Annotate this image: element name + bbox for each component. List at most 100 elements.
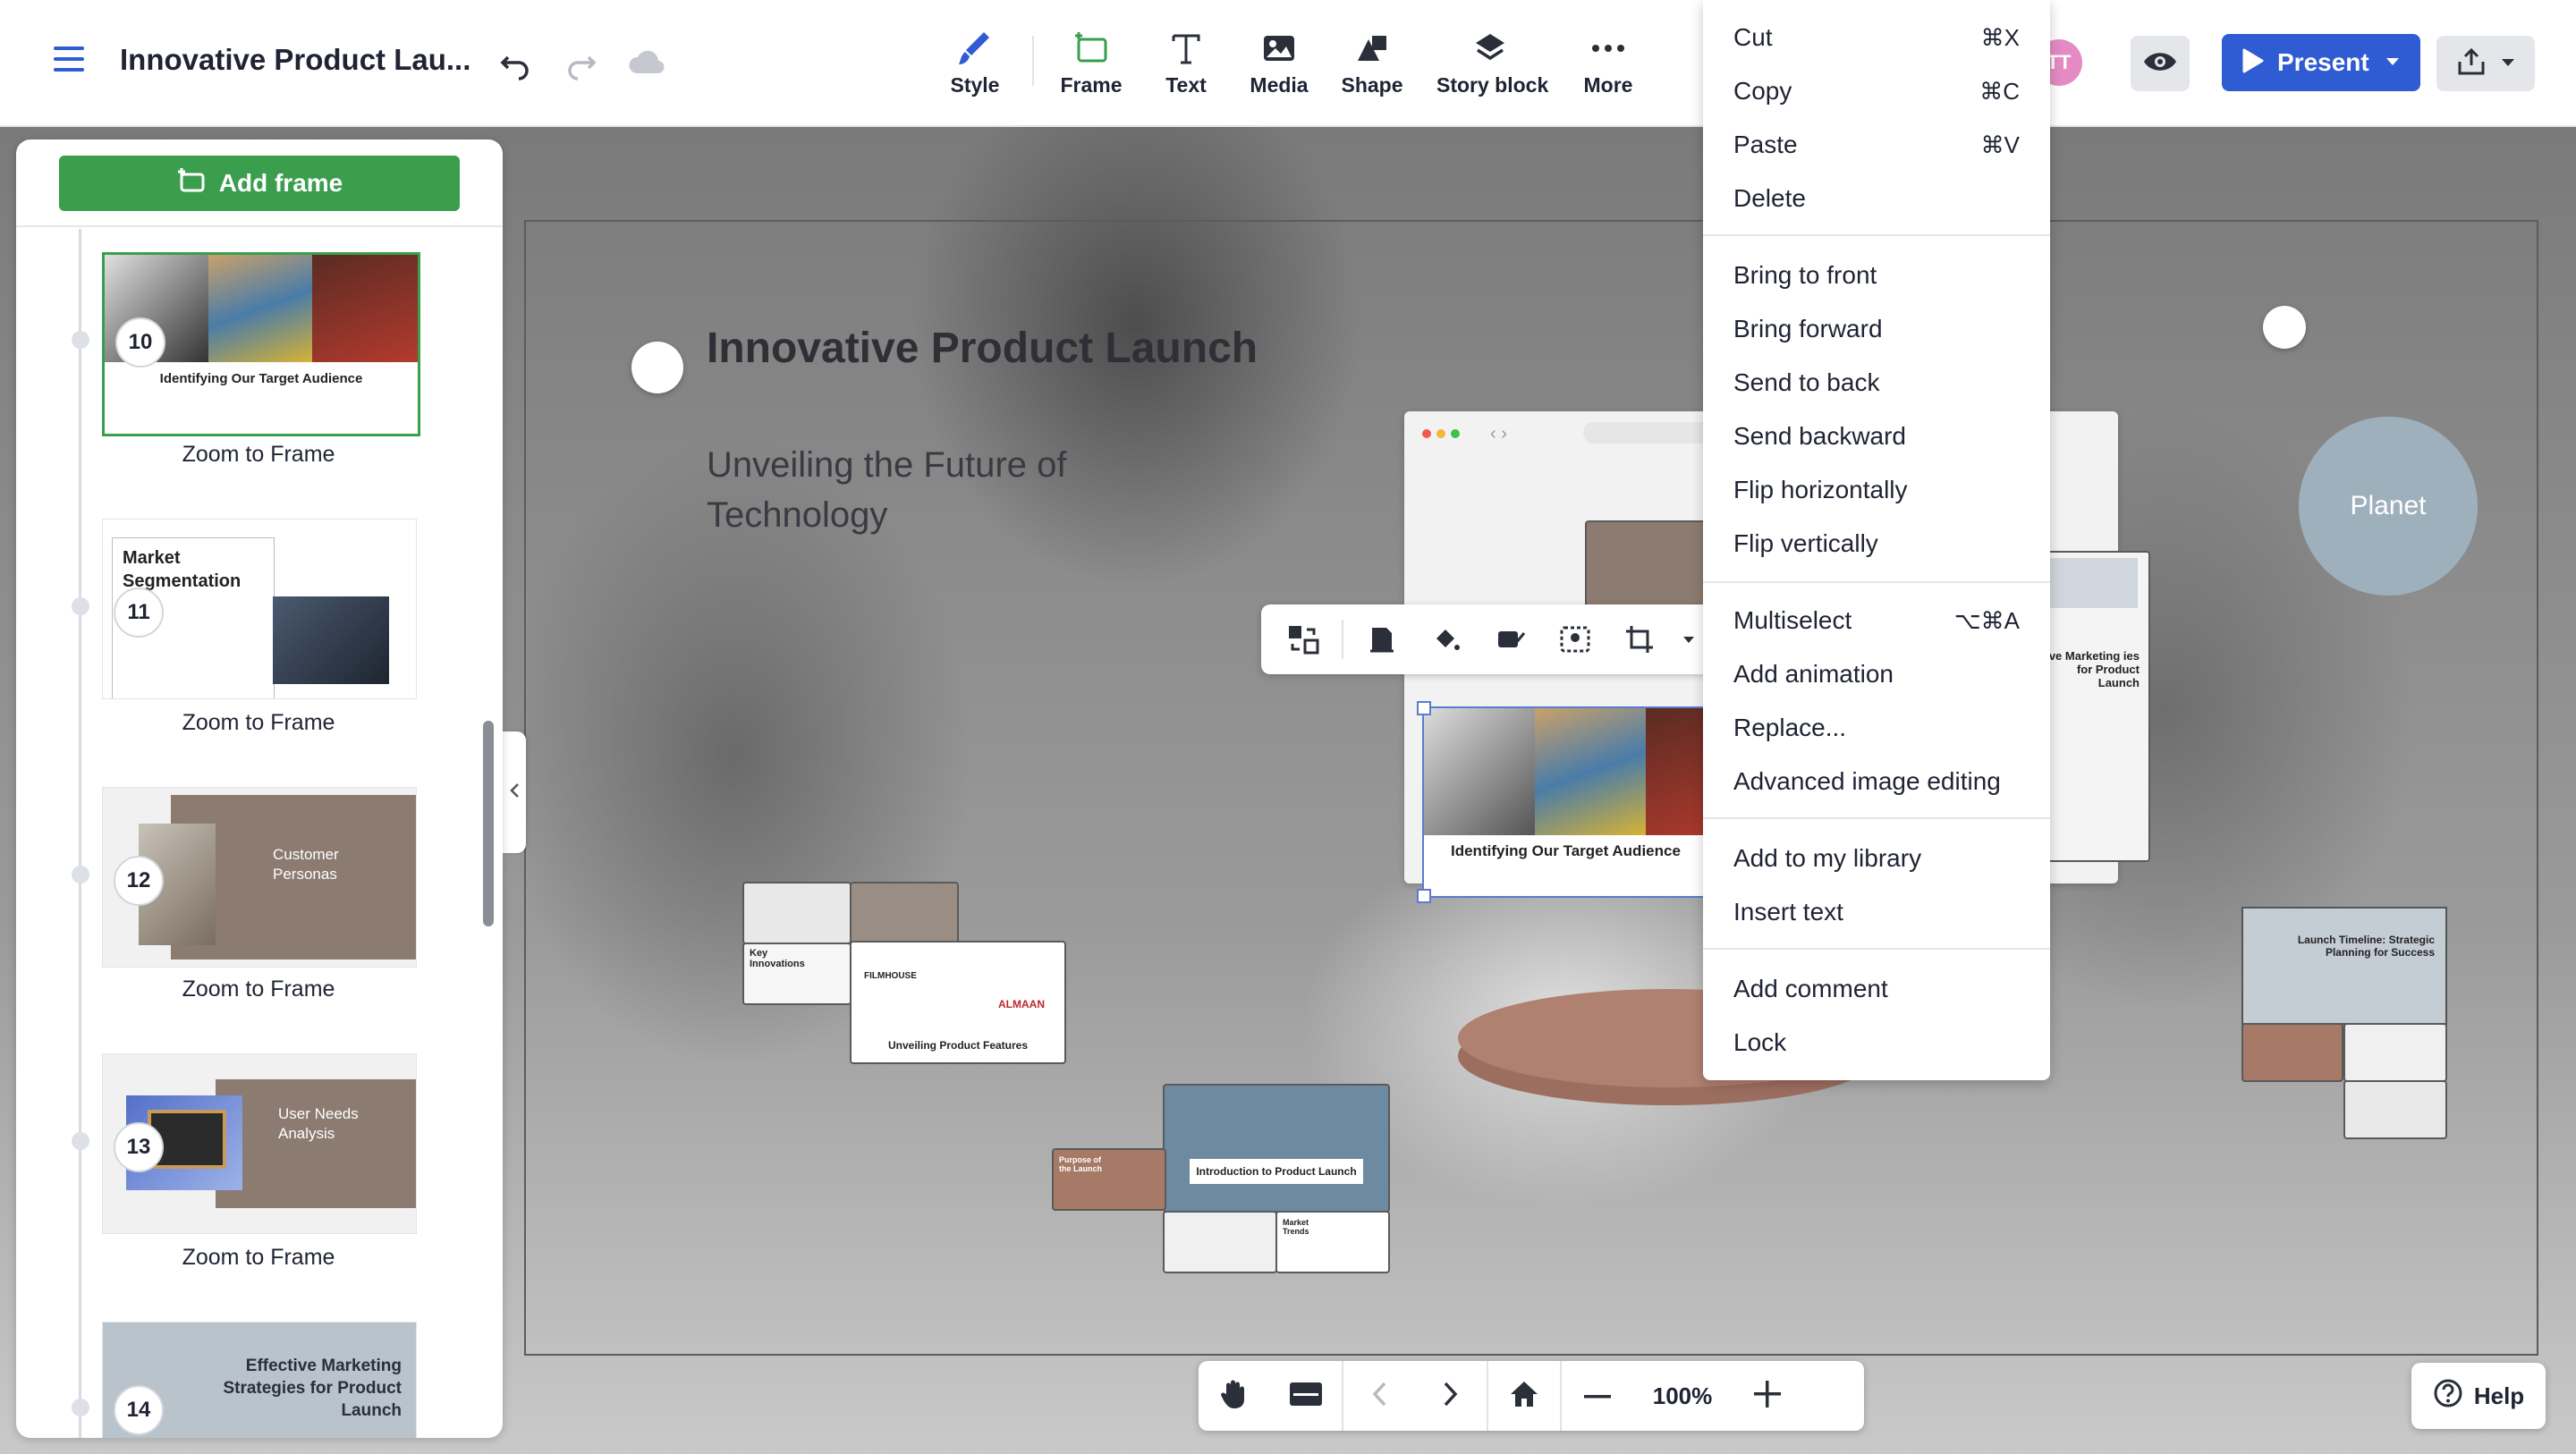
resize-handle[interactable] [1417, 701, 1431, 715]
mini-frame[interactable] [2343, 1080, 2447, 1139]
market-trends-card[interactable]: Market Trends [1275, 1211, 1390, 1273]
mini-frame[interactable] [2343, 1023, 2447, 1082]
toolbar-divider [1342, 620, 1343, 659]
menu-item-delete[interactable]: Delete [1733, 177, 2020, 220]
fill-color-icon[interactable] [1420, 613, 1472, 665]
undo-icon[interactable] [497, 45, 533, 85]
cloud-sync-icon [626, 46, 667, 83]
menu-item-label: Insert text [1733, 898, 1843, 926]
home-button[interactable] [1488, 1361, 1560, 1431]
style-tool[interactable]: Style [921, 25, 1029, 106]
frame-thumbnail-13[interactable]: User Needs Analysis 13 [102, 1053, 417, 1234]
market-trends-text: Market Trends [1283, 1218, 1309, 1236]
frame-tool[interactable]: Frame [1038, 25, 1145, 106]
presentation-subtitle[interactable]: Unveiling the Future of Technology [707, 440, 1190, 540]
menu-item-lock[interactable]: Lock [1733, 1021, 2020, 1064]
frame-icon [1038, 25, 1145, 72]
mini-frame[interactable] [2241, 1023, 2343, 1082]
menu-item-copy[interactable]: Copy ⌘C [1733, 70, 2020, 113]
menu-item-add-to-library[interactable]: Add to my library [1733, 837, 2020, 880]
zoom-to-frame-link[interactable]: Zoom to Frame [102, 710, 415, 736]
menu-item-bring-to-front[interactable]: Bring to front [1733, 254, 2020, 297]
menu-item-label: Bring to front [1733, 261, 1877, 289]
resize-handle[interactable] [1417, 889, 1431, 903]
zoom-to-frame-link[interactable]: Zoom to Frame [102, 442, 415, 468]
zoom-out-button[interactable] [1562, 1361, 1633, 1431]
launch-timeline-card[interactable]: Launch Timeline: Strategic Planning for … [2241, 907, 2447, 1025]
hand-tool-button[interactable] [1199, 1361, 1270, 1431]
menu-item-flip-vertically[interactable]: Flip vertically [1733, 522, 2020, 565]
redo-icon[interactable] [564, 45, 599, 85]
purpose-card[interactable]: Purpose of the Launch [1052, 1148, 1166, 1211]
menu-item-add-comment[interactable]: Add comment [1733, 968, 2020, 1010]
collapse-panel-button[interactable] [503, 731, 526, 853]
presentation-title[interactable]: Innovative Product Launch [707, 324, 1258, 373]
share-button[interactable] [2436, 36, 2535, 91]
zoom-to-frame-link[interactable]: Zoom to Frame [102, 1245, 415, 1271]
shape-label: Shape [1341, 73, 1403, 97]
edit-image-icon[interactable] [1485, 613, 1537, 665]
add-frame-button[interactable]: Add frame [59, 156, 460, 211]
intro-card-title: Introduction to Product Launch [1190, 1159, 1363, 1184]
story-block-label: Story block [1436, 73, 1549, 97]
mask-icon[interactable] [1356, 613, 1408, 665]
intro-card[interactable]: Introduction to Product Launch [1163, 1084, 1390, 1213]
menu-item-add-animation[interactable]: Add animation [1733, 653, 2020, 696]
menu-item-send-to-back[interactable]: Send to back [1733, 361, 2020, 404]
menu-item-label: Copy [1733, 77, 1792, 105]
menu-item-advanced-image-editing[interactable]: Advanced image editing [1733, 760, 2020, 803]
mini-frame[interactable] [850, 882, 959, 944]
shape-tool[interactable]: Shape [1318, 25, 1426, 106]
menu-item-flip-horizontally[interactable]: Flip horizontally [1733, 469, 2020, 511]
menu-item-replace[interactable]: Replace... [1733, 706, 2020, 749]
product-features-card[interactable]: FILMHOUSE ALMAAN Unveiling Product Featu… [850, 941, 1066, 1064]
help-button[interactable]: Help [2411, 1363, 2546, 1429]
frame-thumbnail-10[interactable]: Identifying Our Target Audience 10 [102, 252, 420, 436]
key-innovations-card[interactable]: Key Innovations [742, 943, 852, 1005]
shape-icon [1318, 25, 1426, 72]
chevron-down-icon[interactable] [2385, 55, 2400, 71]
frame-marker[interactable] [631, 342, 683, 393]
previous-button[interactable] [1343, 1361, 1415, 1431]
zoom-level[interactable]: 100% [1633, 1382, 1732, 1410]
timeline-dot [72, 1132, 89, 1150]
menu-item-bring-forward[interactable]: Bring forward [1733, 308, 2020, 351]
layers-icon [1436, 25, 1544, 72]
text-tool[interactable]: Text [1132, 25, 1240, 106]
features-card-title: Unveiling Product Features [887, 1039, 1029, 1052]
shortcut-label: ⌥⌘A [1953, 606, 2020, 634]
frames-sidebar: Add frame Identifying Our Target Audienc… [16, 139, 503, 1438]
story-block-tool[interactable]: Story block [1436, 25, 1549, 106]
menu-item-paste[interactable]: Paste ⌘V [1733, 123, 2020, 166]
planet-circle[interactable]: Planet [2299, 417, 2478, 596]
menu-icon[interactable] [54, 46, 84, 77]
crop-icon[interactable] [1614, 613, 1665, 665]
mini-frame[interactable] [742, 882, 852, 944]
menu-item-multiselect[interactable]: Multiselect ⌥⌘A [1733, 599, 2020, 642]
chevron-down-icon[interactable] [1678, 613, 1699, 665]
menu-divider [1703, 948, 2050, 950]
preview-button[interactable] [2131, 36, 2190, 91]
frame-marker[interactable] [2263, 306, 2306, 349]
menu-item-label: Flip vertically [1733, 529, 1878, 557]
frame-thumbnail-14[interactable]: Effective Marketing Strategies for Produ… [102, 1322, 417, 1438]
frame-thumbnail-11[interactable]: Market Segmentation 11 [102, 519, 417, 699]
zoom-in-button[interactable] [1732, 1361, 1803, 1431]
document-title[interactable]: Innovative Product Lau... [120, 43, 470, 77]
fit-view-button[interactable] [1270, 1361, 1342, 1431]
frame-thumbnail-12[interactable]: Customer Personas 12 [102, 787, 417, 968]
swap-image-icon[interactable] [1277, 613, 1329, 665]
menu-item-insert-text[interactable]: Insert text [1733, 891, 2020, 934]
menu-item-send-backward[interactable]: Send backward [1733, 415, 2020, 458]
zoom-to-frame-link[interactable]: Zoom to Frame [102, 976, 415, 1002]
more-tool[interactable]: More [1555, 25, 1662, 106]
plus-icon [1754, 1380, 1781, 1412]
mini-frame[interactable] [1163, 1211, 1277, 1273]
remove-background-icon[interactable] [1549, 613, 1601, 665]
next-button[interactable] [1415, 1361, 1487, 1431]
media-tool[interactable]: Media [1225, 25, 1333, 106]
thumb-title: Customer Personas [273, 846, 339, 883]
present-button[interactable]: Present [2222, 34, 2420, 91]
scrollbar[interactable] [483, 721, 494, 926]
menu-item-cut[interactable]: Cut ⌘X [1733, 16, 2020, 59]
